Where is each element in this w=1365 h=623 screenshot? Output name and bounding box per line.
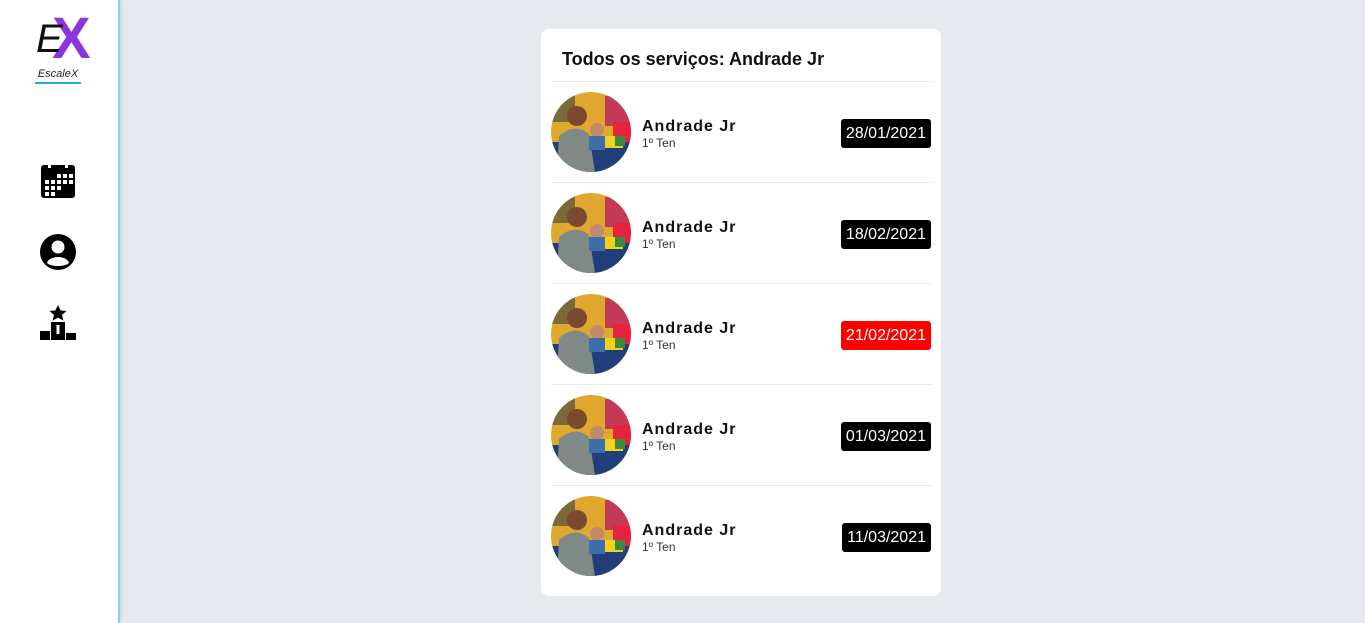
list-item[interactable]: Andrade Jr 1º Ten 18/02/2021: [551, 183, 931, 284]
person-rank: 1º Ten: [642, 237, 676, 251]
list-item[interactable]: Andrade Jr 1º Ten 01/03/2021: [551, 385, 931, 486]
person-name: Andrade Jr: [642, 522, 737, 539]
person-name: Andrade Jr: [642, 421, 737, 438]
service-date-badge[interactable]: 11/03/2021: [842, 523, 931, 552]
avatar: [551, 496, 631, 576]
person-rank: 1º Ten: [642, 439, 676, 453]
person-name: Andrade Jr: [642, 219, 737, 236]
services-card: Todos os serviços: Andrade Jr Andrade Jr…: [541, 29, 941, 596]
service-date-badge-highlighted[interactable]: 21/02/2021: [840, 321, 931, 350]
avatar: [551, 92, 631, 172]
account-circle-icon: [40, 234, 76, 270]
list-item[interactable]: Andrade Jr 1º Ten 28/01/2021: [551, 82, 931, 183]
service-date-badge[interactable]: 18/02/2021: [840, 220, 931, 249]
avatar: [551, 294, 631, 374]
podium-star-icon: [40, 305, 76, 340]
sidebar-item-calendar[interactable]: [39, 162, 77, 200]
avatar: [551, 193, 631, 273]
logo-e-letter: E: [36, 17, 63, 61]
services-list: Andrade Jr 1º Ten 28/01/2021 Andrade Jr …: [551, 82, 931, 586]
person-rank: 1º Ten: [642, 338, 676, 352]
calendar-icon: [41, 163, 75, 198]
avatar-photo: [551, 294, 631, 374]
avatar-photo: [551, 496, 631, 576]
person-name: Andrade Jr: [642, 320, 737, 337]
list-item[interactable]: Andrade Jr 1º Ten 21/02/2021: [551, 284, 931, 385]
person-rank: 1º Ten: [642, 540, 676, 554]
sidebar-item-profile[interactable]: [39, 233, 77, 271]
list-item[interactable]: Andrade Jr 1º Ten 11/03/2021: [551, 486, 931, 586]
app-logo[interactable]: X E EscaleX: [34, 10, 94, 86]
service-date-badge[interactable]: 28/01/2021: [840, 119, 931, 148]
avatar-photo: [551, 193, 631, 273]
sidebar-item-ranking[interactable]: [39, 304, 77, 342]
person-rank: 1º Ten: [642, 136, 676, 150]
sidebar: X E EscaleX: [0, 0, 118, 623]
person-name: Andrade Jr: [642, 118, 737, 135]
avatar-photo: [551, 92, 631, 172]
avatar-photo: [551, 395, 631, 475]
service-date-badge[interactable]: 01/03/2021: [840, 422, 931, 451]
avatar: [551, 395, 631, 475]
page-title: Todos os serviços: Andrade Jr: [562, 49, 825, 69]
